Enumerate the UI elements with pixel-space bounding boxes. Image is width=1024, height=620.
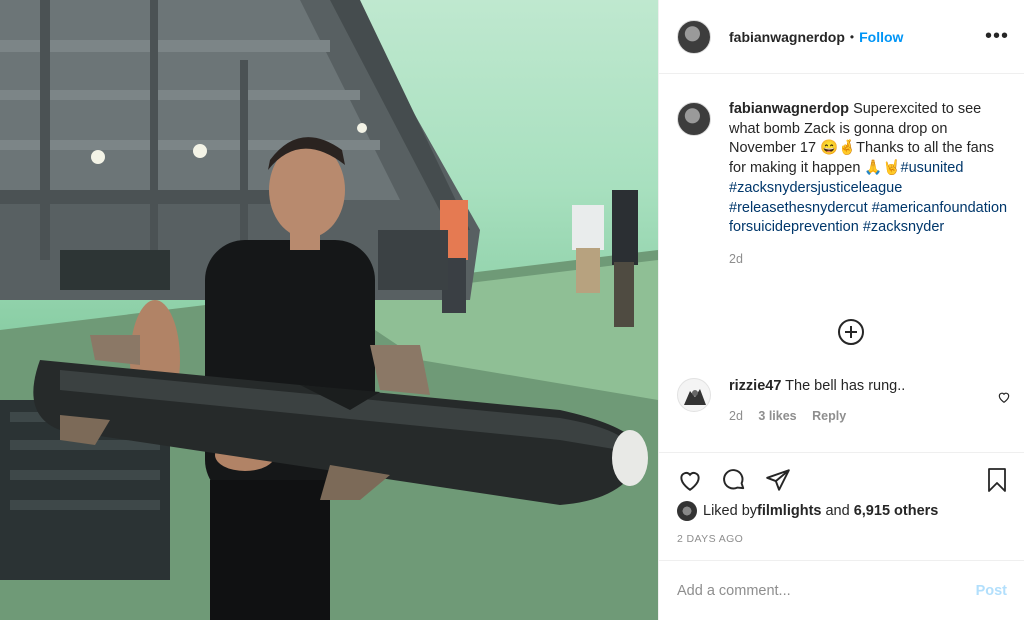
- caption-username[interactable]: fabianwagnerdop: [729, 101, 849, 117]
- likes-count[interactable]: 6,915 others: [854, 503, 939, 519]
- hashtag-link[interactable]: #usunited: [901, 160, 964, 176]
- hashtag-link[interactable]: #zacksnydersjusticeleague: [729, 180, 902, 196]
- author-avatar[interactable]: [677, 19, 711, 54]
- commenter-avatar[interactable]: [677, 378, 711, 412]
- likes-prefix: Liked by: [703, 503, 758, 519]
- follow-button[interactable]: Follow: [859, 29, 903, 45]
- likes-middle: and: [821, 503, 854, 519]
- likes-summary: Liked by filmlights and 6,915 others: [677, 501, 938, 521]
- commenter-username[interactable]: rizzie47: [729, 378, 781, 394]
- post-caption: fabianwagnerdop Superexcited to see what…: [677, 100, 1017, 270]
- bookmark-icon[interactable]: [985, 467, 1009, 493]
- liker-username[interactable]: filmlights: [757, 503, 821, 519]
- plus-circle-icon[interactable]: [837, 318, 865, 346]
- author-username[interactable]: fabianwagnerdop: [729, 29, 845, 45]
- hashtag-link[interactable]: #releasethesnydercut: [729, 200, 868, 216]
- more-horizontal-icon[interactable]: •••: [985, 26, 1009, 46]
- post-actions: Liked by filmlights and 6,915 others 2 D…: [659, 452, 1024, 560]
- comment-input[interactable]: Add a comment...: [677, 583, 976, 599]
- post-header: fabianwagnerdop • Follow •••: [659, 0, 1024, 74]
- heart-icon[interactable]: [677, 467, 703, 493]
- post-comment-button[interactable]: Post: [976, 583, 1007, 599]
- header-separator: •: [849, 29, 855, 44]
- add-comment-form: Add a comment... Post: [659, 560, 1024, 620]
- comment-heart-icon[interactable]: [997, 390, 1011, 404]
- liker-avatar[interactable]: [677, 501, 697, 521]
- reply-button[interactable]: Reply: [812, 409, 846, 423]
- post-sidebar: fabianwagnerdop • Follow ••• fabianwagne…: [658, 0, 1024, 620]
- caption-time[interactable]: 2d: [729, 250, 1011, 270]
- post-photo-illustration: [0, 0, 658, 620]
- caption-avatar[interactable]: [677, 102, 711, 136]
- comment-text: The bell has rung..: [781, 378, 906, 394]
- comment-item: rizzie47 The bell has rung.. 2d 3 likes …: [677, 378, 1017, 423]
- comment-icon[interactable]: [721, 467, 747, 493]
- hashtag-link[interactable]: #zacksnyder: [863, 219, 944, 235]
- share-icon[interactable]: [765, 467, 791, 493]
- post-photo[interactable]: [0, 0, 658, 620]
- comment-likes[interactable]: 3 likes: [758, 409, 796, 423]
- comment-time[interactable]: 2d: [729, 409, 743, 423]
- post-timestamp[interactable]: 2 DAYS AGO: [677, 533, 743, 545]
